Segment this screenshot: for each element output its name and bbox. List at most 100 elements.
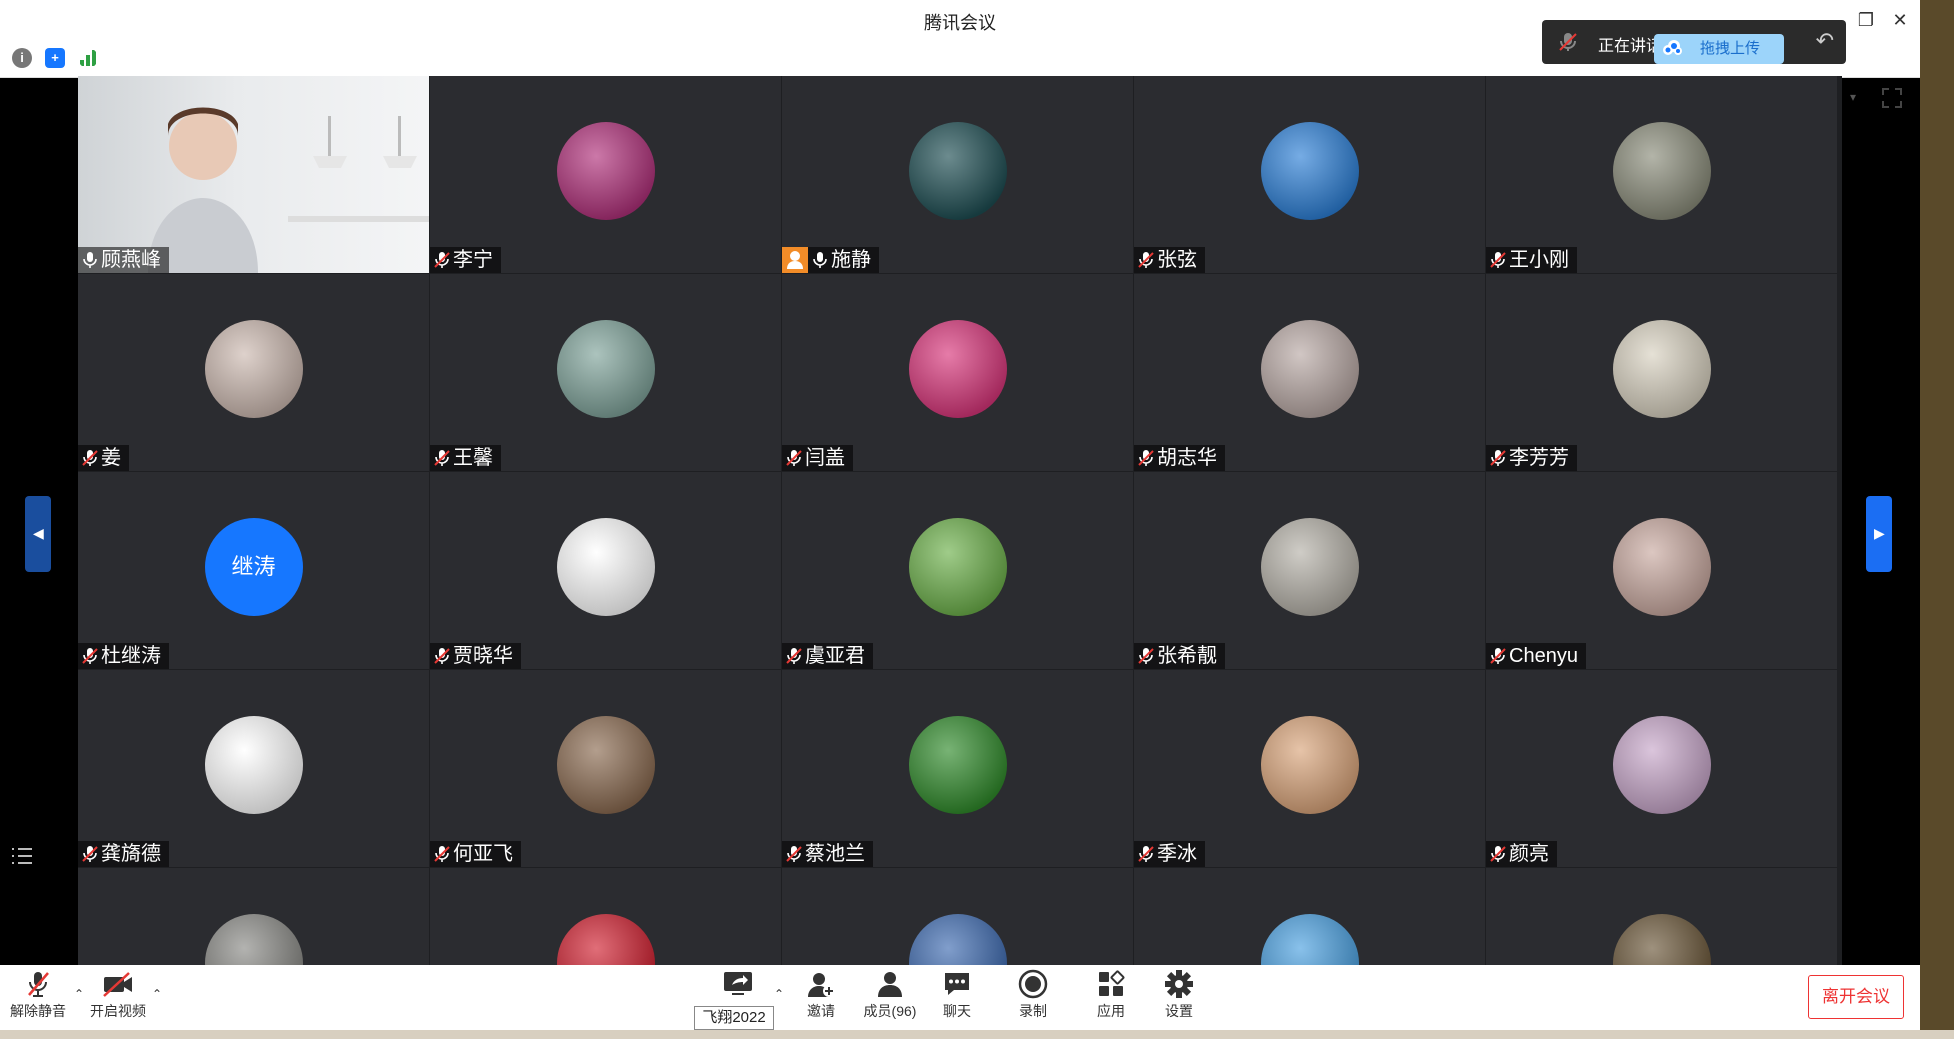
participant-name: 施静 — [831, 249, 871, 271]
participant-name: 闫盖 — [805, 447, 845, 469]
participant-tile[interactable]: 龚旖德 — [78, 670, 429, 867]
signal-icon[interactable] — [78, 48, 98, 68]
shield-icon[interactable]: + — [45, 48, 65, 68]
participant-name: 王馨 — [453, 447, 493, 469]
participant-tile[interactable]: 颜亮 — [1486, 670, 1837, 867]
start-video-button[interactable]: 开启视频 — [83, 969, 153, 1021]
participant-nametag: 何亚飞 — [430, 841, 521, 867]
participant-tile[interactable]: 闫盖 — [782, 274, 1133, 471]
leave-meeting-button[interactable]: 离开会议 — [1808, 975, 1904, 1019]
participant-tile[interactable] — [782, 868, 1133, 965]
avatar — [1612, 913, 1711, 965]
participant-tile[interactable]: 顾燕峰 — [78, 76, 429, 273]
participant-name: 胡志华 — [1157, 447, 1217, 469]
participant-tile[interactable] — [78, 868, 429, 965]
participant-tile[interactable] — [1134, 868, 1485, 965]
video-grid: 顾燕峰 李宁 施静 张弦 王小刚姜王馨 闫盖 胡志华 李芳芳 继涛 杜继涛 贾晓华 虞亚君 张希靓 Che… — [78, 76, 1842, 965]
avatar — [1612, 121, 1711, 220]
share-options-chevron-icon[interactable]: ⌃ — [774, 987, 784, 1001]
avatar-initials: 继涛 — [231, 553, 276, 579]
participant-nametag: 张弦 — [1134, 247, 1205, 273]
participant-name: 蔡池兰 — [805, 843, 865, 865]
layout-dropdown-icon[interactable]: ▾ — [1850, 90, 1856, 104]
chat-button[interactable]: 聊天 — [922, 969, 992, 1021]
video-options-chevron-icon[interactable]: ⌃ — [152, 987, 162, 1001]
participant-tile[interactable]: 姜 — [78, 274, 429, 471]
muted-mic-icon — [1138, 252, 1154, 268]
chevron-right-icon: ▶ — [1874, 525, 1885, 541]
muted-mic-icon — [1490, 450, 1506, 466]
participant-tile[interactable]: 虞亚君 — [782, 472, 1133, 669]
participant-tile[interactable]: 王馨 — [430, 274, 781, 471]
participant-name: 王小刚 — [1509, 249, 1569, 271]
avatar — [556, 913, 655, 965]
participant-tile[interactable]: 张希靓 — [1134, 472, 1485, 669]
participant-nametag: 姜 — [78, 445, 129, 471]
muted-mic-icon — [1138, 648, 1154, 664]
participant-tile[interactable]: 季冰 — [1134, 670, 1485, 867]
back-arrow-icon[interactable]: ↶ — [1816, 28, 1834, 54]
close-icon[interactable]: ✕ — [1886, 6, 1914, 34]
participant-name: 李芳芳 — [1509, 447, 1569, 469]
record-button[interactable]: 录制 — [998, 969, 1068, 1021]
invite-button[interactable]: 邀请 — [786, 969, 856, 1021]
participant-name: 颜亮 — [1509, 843, 1549, 865]
share-screen-button[interactable] — [703, 969, 773, 999]
participant-tile[interactable]: 王小刚 — [1486, 76, 1837, 273]
participant-nametag: 王小刚 — [1486, 247, 1577, 273]
participant-nametag: 贾晓华 — [430, 643, 521, 669]
info-icon[interactable]: i — [12, 48, 32, 68]
record-icon — [1018, 969, 1048, 999]
restore-icon-spacer-14 — [1852, 6, 1880, 34]
start-video-label: 开启视频 — [90, 1003, 146, 1019]
participant-tile[interactable] — [430, 868, 781, 965]
apps-label: 应用 — [1097, 1003, 1125, 1019]
participant-nametag: 闫盖 — [782, 445, 853, 471]
participant-tile[interactable]: 何亚飞 — [430, 670, 781, 867]
participant-tile[interactable]: 胡志华 — [1134, 274, 1485, 471]
list-icon[interactable] — [10, 846, 34, 866]
avatar — [1260, 121, 1359, 220]
upload-label: 拖拽上传 — [1699, 40, 1760, 57]
avatar — [204, 913, 303, 965]
participant-tile[interactable]: 继涛杜继涛 — [78, 472, 429, 669]
muted-mic-icon — [786, 846, 802, 862]
participant-name: 杜继涛 — [101, 645, 161, 667]
next-page-button[interactable]: ▶ — [1866, 496, 1892, 572]
participant-tile[interactable] — [1486, 868, 1837, 965]
avatar — [1260, 715, 1359, 814]
drag-upload-button[interactable]: 拖拽上传 — [1654, 34, 1784, 64]
members-button[interactable]: 成员(96) — [855, 969, 925, 1021]
participant-tile[interactable]: 施静 — [782, 76, 1133, 273]
unmute-button[interactable]: 解除静音 — [3, 969, 73, 1021]
participant-nametag: 蔡池兰 — [782, 841, 873, 867]
participant-tile[interactable]: 李宁 — [430, 76, 781, 273]
settings-label: 设置 — [1165, 1003, 1193, 1019]
apps-button[interactable]: 应用 — [1076, 969, 1146, 1021]
participant-name: 何亚飞 — [453, 843, 513, 865]
participant-tile[interactable]: 贾晓华 — [430, 472, 781, 669]
participant-tile[interactable]: 李芳芳 — [1486, 274, 1837, 471]
muted-mic-icon — [1138, 846, 1154, 862]
muted-mic-icon — [434, 648, 450, 664]
participant-nametag: 季冰 — [1134, 841, 1205, 867]
participant-tile[interactable]: 蔡池兰 — [782, 670, 1133, 867]
participant-tile[interactable]: Chenyu — [1486, 472, 1837, 669]
avatar — [1260, 319, 1359, 418]
participant-tile[interactable]: 张弦 — [1134, 76, 1485, 273]
avatar: 继涛 — [204, 517, 303, 616]
fullscreen-icon[interactable] — [1880, 86, 1904, 110]
muted-mic-icon — [1490, 252, 1506, 268]
participant-nametag: 龚旖德 — [78, 841, 169, 867]
unmute-label: 解除静音 — [10, 1003, 66, 1019]
muted-mic-icon — [434, 846, 450, 862]
muted-mic-icon — [434, 252, 450, 268]
participant-nametag: 李芳芳 — [1486, 445, 1577, 471]
prev-page-button[interactable]: ◀ — [25, 496, 51, 572]
muted-mic-icon — [1559, 33, 1577, 51]
participant-nametag: 胡志华 — [1134, 445, 1225, 471]
settings-button[interactable]: 设置 — [1144, 969, 1214, 1021]
participant-name: 顾燕峰 — [101, 249, 161, 271]
meeting-toolbar: 解除静音 ⌃ 开启视频 ⌃ ⌃ 邀请 成员(96) 聊天 录制 应用 设置 离开… — [0, 965, 1920, 1030]
avatar — [556, 121, 655, 220]
